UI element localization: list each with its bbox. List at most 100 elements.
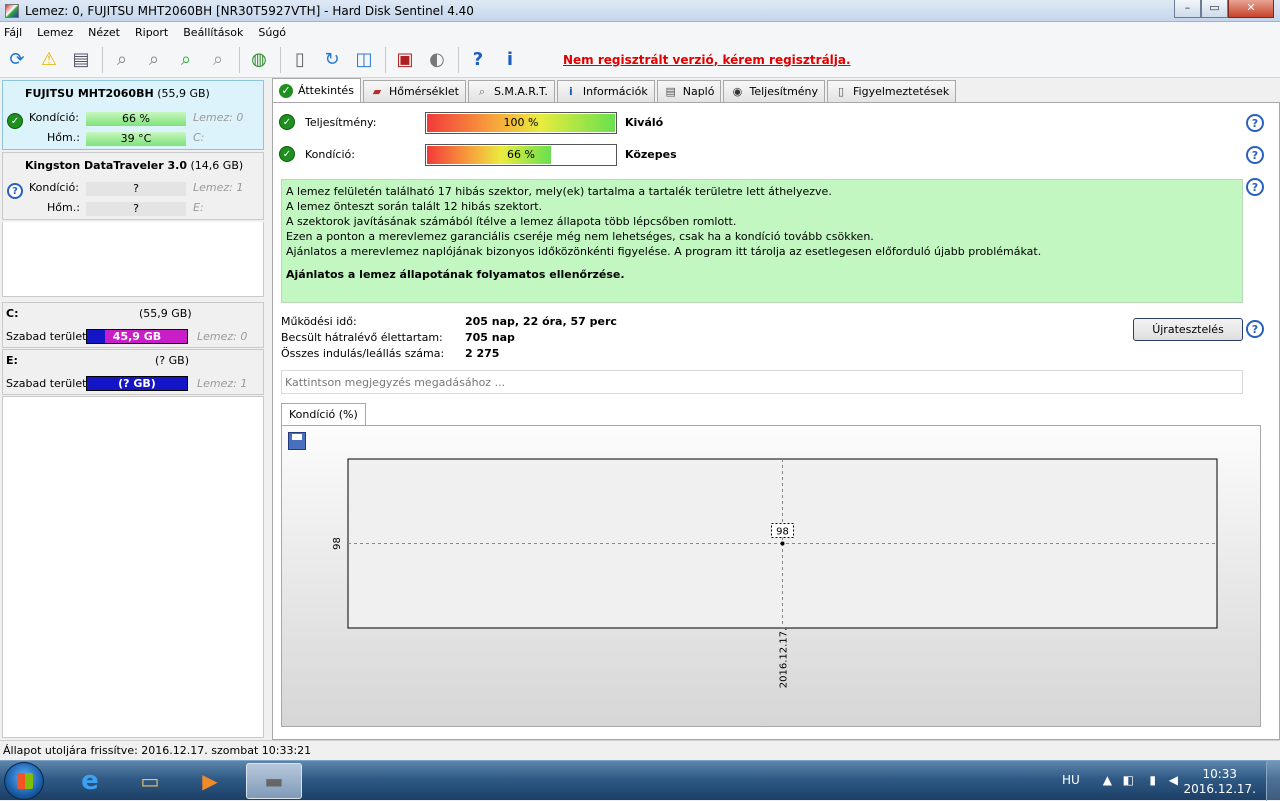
volume-item-c[interactable]: C: (55,9 GB) Szabad terület 45,9 GB Leme… [2, 302, 264, 348]
power-on-time-value: 205 nap, 22 óra, 57 perc [465, 315, 617, 328]
language-indicator[interactable]: HU [1062, 773, 1080, 787]
volume-list-empty-area [2, 396, 264, 738]
tab-label: Napló [682, 85, 715, 98]
hard-disk-sentinel-task-icon[interactable]: ▬ [246, 763, 302, 799]
close-button[interactable]: ✕ [1228, 0, 1274, 18]
tray-app-icon[interactable]: ◧ [1123, 773, 1134, 787]
probe-settings-icon[interactable]: ⌕ [141, 47, 167, 73]
show-desktop-button[interactable] [1266, 761, 1280, 801]
update-icon[interactable]: ↻ [319, 47, 345, 73]
free-space-label: Szabad terület [6, 377, 87, 390]
condition-chart: 98 98 2016.12.17. [332, 458, 1218, 688]
condition-bar: 66 % [86, 112, 186, 126]
data-label: 98 [776, 527, 789, 538]
help-icon[interactable]: ? [1246, 114, 1264, 132]
tab-temperature[interactable]: ▰ Hőmérséklet [362, 80, 466, 102]
tab-log[interactable]: ▤ Napló [656, 80, 722, 102]
media-player-icon[interactable]: ▶ [182, 763, 238, 799]
probe-icon[interactable]: ⌕ [109, 47, 135, 73]
overview-panel: ✓ Teljesítmény: 100 % Kiváló ? ✓ Kondíci… [272, 102, 1280, 740]
tab-information[interactable]: i Információk [556, 80, 655, 102]
explorer-folder-icon[interactable]: ▭ [122, 763, 178, 799]
warning-icon[interactable]: ⚠ [36, 47, 62, 73]
condition-bar: ? [86, 182, 186, 196]
performance-label: Teljesítmény: [305, 116, 377, 129]
toolbar: ⟳ ⚠ ▤ ⌕ ⌕ ⌕ ⌕ ◍ ▯ ↻ ◫ ▣ ◐ ? i Nem regisz… [0, 42, 1280, 78]
condition-value: 66 % [507, 148, 535, 161]
about-icon[interactable]: i [497, 47, 523, 73]
clock-time: 10:33 [1202, 767, 1238, 781]
menu-help[interactable]: Súgó [258, 26, 286, 39]
tab-label: S.M.A.R.T. [493, 85, 548, 98]
disk-list-panel: FUJITSU MHT2060BH (55,9 GB) ✓ Kondíció: … [0, 80, 266, 740]
settings-icon[interactable]: ▣ [392, 47, 418, 73]
disk-item-kingston[interactable]: Kingston DataTraveler 3.0 (14,6 GB) ? Ko… [2, 152, 264, 220]
tab-label: Hőmérséklet [388, 85, 459, 98]
condition-bar: 66 % [425, 144, 617, 166]
note-input[interactable]: Kattintson megjegyzés megadásához ... [281, 370, 1243, 394]
clock[interactable]: 10:33 2016.12.17. [1183, 767, 1256, 797]
menu-view[interactable]: Nézet [88, 26, 120, 39]
gauge-icon: ◉ [732, 85, 743, 98]
performance-value: 100 % [503, 116, 539, 129]
retest-button[interactable]: Újratesztelés [1133, 318, 1243, 341]
start-stop-label: Összes indulás/leállás száma: [281, 347, 445, 360]
disk-name: Kingston DataTraveler 3.0 [25, 159, 188, 172]
temp-bar: ? [86, 202, 186, 216]
check-icon: ✓ [279, 114, 295, 130]
disk-size: (55,9 GB) [157, 87, 210, 100]
menu-settings[interactable]: Beállítások [183, 26, 243, 39]
disk-ref: Lemez: 1 [197, 377, 248, 390]
maximize-button[interactable]: ▭ [1201, 0, 1228, 18]
free-space-value: 45,9 GB [112, 330, 162, 343]
minimize-button[interactable]: – [1174, 0, 1201, 18]
windows-logo-icon [17, 773, 33, 789]
volume-size: (55,9 GB) [139, 307, 192, 320]
condition-row: ✓ Kondíció: 66 % Közepes [273, 144, 1273, 166]
alerts-icon: ▯ [838, 85, 845, 98]
register-link[interactable]: Nem regisztrált verzió, kérem regisztrál… [563, 53, 851, 67]
sound-icon[interactable]: ◐ [424, 47, 450, 73]
help-icon[interactable]: ? [465, 47, 491, 73]
probe-off-icon[interactable]: ⌕ [205, 47, 231, 73]
tab-label: Információk [582, 85, 648, 98]
window-title: Lemez: 0, FUJITSU MHT2060BH [NR30T5927VT… [25, 3, 474, 18]
tab-condition-graph[interactable]: Kondíció (%) [281, 403, 366, 425]
volume-item-e[interactable]: E: (? GB) Szabad terület (? GB) Lemez: 1 [2, 349, 264, 395]
help-icon[interactable]: ? [1246, 146, 1264, 164]
temp-bar: 39 °C [86, 132, 186, 146]
recommendation: Ajánlatos a lemez állapotának folyamatos… [286, 268, 625, 281]
refresh-icon[interactable]: ⟳ [4, 47, 30, 73]
power-on-time-label: Működési idő: [281, 315, 357, 328]
internet-explorer-icon[interactable]: e [62, 763, 118, 799]
disk-info-icon[interactable]: ▤ [68, 47, 94, 73]
taskbar: e ▭ ▶ ▬ HU ▲ ◧ ▮ ◀ 10:33 2016.12.17. [0, 760, 1280, 801]
show-hidden-icons-icon[interactable]: ▲ [1103, 773, 1112, 787]
status-message: Ajánlatos a merevlemez naplójának bizony… [286, 245, 1042, 258]
disk-item-fujitsu[interactable]: FUJITSU MHT2060BH (55,9 GB) ✓ Kondíció: … [2, 80, 264, 150]
menu-file[interactable]: Fájl [4, 26, 22, 39]
volume-icon[interactable]: ◀ [1169, 773, 1178, 787]
status-message: A lemez felületén található 17 hibás sze… [286, 185, 832, 198]
disk-list-empty-area [2, 222, 264, 297]
tab-smart[interactable]: ⌕ S.M.A.R.T. [467, 80, 555, 102]
globe-icon[interactable]: ◍ [246, 47, 272, 73]
disk-size: (14,6 GB) [190, 159, 244, 172]
network-icon[interactable]: ◫ [351, 47, 377, 73]
start-button[interactable] [4, 762, 44, 800]
stats-block: Működési idő: 205 nap, 22 óra, 57 perc Be… [281, 315, 781, 363]
title-bar: Lemez: 0, FUJITSU MHT2060BH [NR30T5927VT… [0, 0, 1280, 22]
probe-ok-icon[interactable]: ⌕ [173, 47, 199, 73]
lifetime-value: 705 nap [465, 331, 515, 344]
menu-report[interactable]: Riport [135, 26, 168, 39]
tab-alerts[interactable]: ▯ Figyelmeztetések [827, 80, 957, 102]
tab-performance[interactable]: ◉ Teljesítmény [723, 80, 826, 102]
performance-bar: 100 % [425, 112, 617, 134]
help-icon[interactable]: ? [1246, 178, 1264, 196]
menu-disk[interactable]: Lemez [37, 26, 73, 39]
tab-overview[interactable]: ✓ Áttekintés [272, 78, 361, 102]
network-icon[interactable]: ▮ [1149, 773, 1156, 787]
data-point [780, 541, 785, 546]
help-icon[interactable]: ? [1246, 320, 1264, 338]
report-icon[interactable]: ▯ [287, 47, 313, 73]
